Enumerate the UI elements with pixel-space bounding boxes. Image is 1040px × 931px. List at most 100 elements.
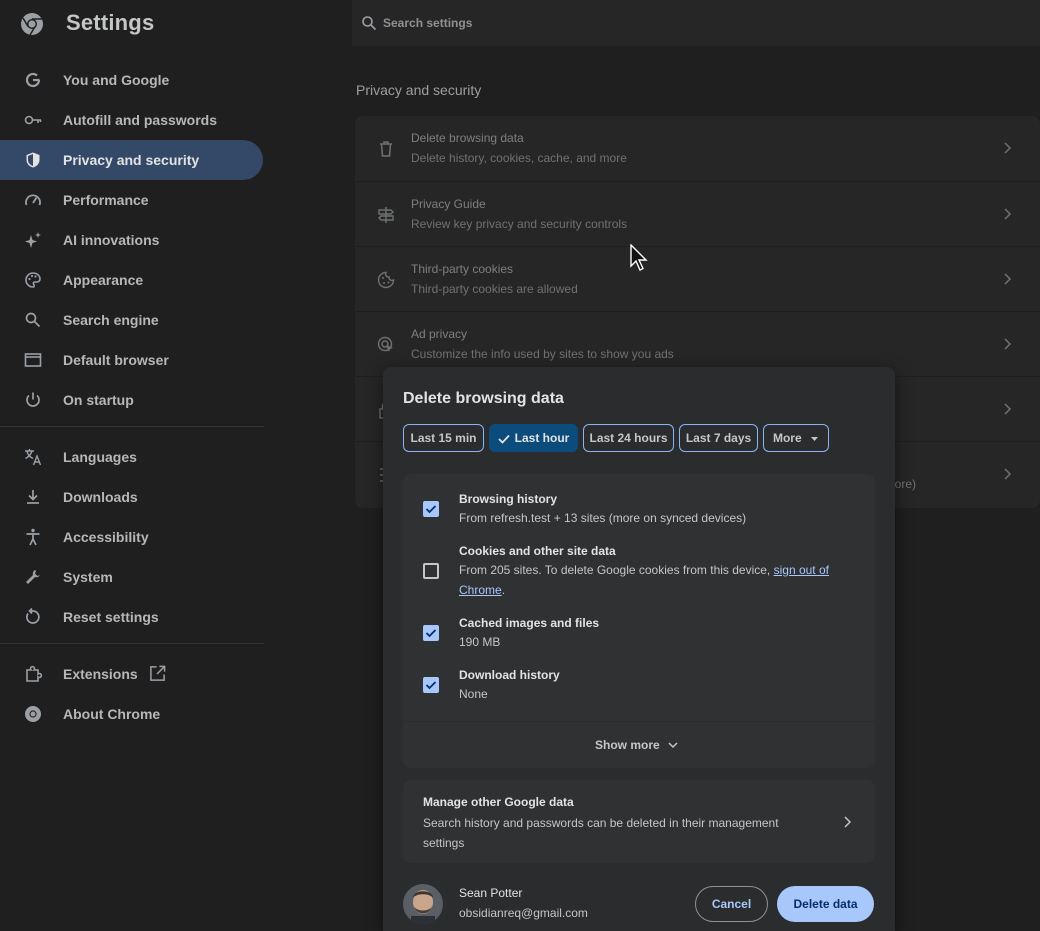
sidebar-item-languages[interactable]: Languages [0, 437, 263, 477]
divider [0, 426, 264, 427]
option-subtitle-text: From 205 sites. To delete Google cookies… [459, 563, 771, 577]
sidebar-item-system[interactable]: System [0, 557, 263, 597]
sidebar-item-label: Downloads [63, 489, 138, 505]
sidebar-item-label: Search engine [63, 312, 159, 328]
show-more-button[interactable]: Show more [403, 722, 875, 768]
checkbox-cookies[interactable] [423, 563, 439, 579]
option-title: Cached images and files [459, 616, 600, 630]
option-subtitle: 190 MB [459, 635, 501, 649]
search-icon [362, 16, 377, 31]
sidebar-item-ai[interactable]: AI innovations [0, 220, 263, 260]
range-chip-last-hour[interactable]: Last hour [489, 424, 578, 452]
range-chip-more[interactable]: More [763, 424, 829, 452]
section-title: Privacy and security [356, 82, 482, 98]
chip-label: Last 24 hours [589, 431, 668, 445]
dialog-title: Delete browsing data [403, 390, 564, 407]
sidebar-item-label: Accessibility [63, 529, 149, 545]
sidebar-item-label: About Chrome [63, 706, 161, 722]
chevron-right-icon [1004, 208, 1012, 220]
range-chip-15min[interactable]: Last 15 min [403, 424, 484, 452]
browser-window-icon [24, 353, 42, 367]
google-g-icon [25, 72, 41, 88]
cancel-button[interactable]: Cancel [695, 886, 768, 922]
chevron-right-icon [1004, 338, 1012, 350]
page-title: Settings [66, 10, 155, 35]
sidebar-item-label: System [63, 569, 113, 585]
chevron-down-icon [668, 742, 678, 749]
chip-label: Last hour [514, 431, 570, 445]
divider [0, 643, 264, 644]
sidebar-item-downloads[interactable]: Downloads [0, 477, 263, 517]
option-subtitle: From refresh.test + 13 sites (more on sy… [459, 511, 747, 525]
sidebar-item-you-and-google[interactable]: You and Google [0, 60, 263, 100]
sidebar-item-label: Appearance [63, 272, 144, 288]
row-title: Ad privacy [411, 327, 468, 341]
sidebar-item-about-chrome[interactable]: About Chrome [0, 694, 263, 734]
chrome-logo-icon [21, 13, 43, 36]
shield-icon [26, 152, 40, 168]
row-subtitle: Review key privacy and security controls [411, 217, 628, 231]
search-input[interactable]: Search settings [352, 0, 1040, 46]
sidebar-item-performance[interactable]: Performance [0, 180, 263, 220]
search-icon [25, 312, 41, 328]
range-chip-7days[interactable]: Last 7 days [679, 424, 758, 452]
account-name: Sean Potter [459, 886, 523, 900]
checkbox-browsing-history[interactable] [423, 501, 439, 517]
palette-icon [25, 272, 41, 288]
sidebar-item-on-startup[interactable]: On startup [0, 380, 263, 420]
sidebar-item-extensions[interactable]: Extensions [0, 654, 263, 694]
option-subtitle: None [459, 687, 488, 701]
row-delete-browsing-data[interactable]: Delete browsing data Delete history, coo… [355, 116, 1040, 181]
sidebar-item-label: Reset settings [63, 609, 159, 625]
option-subtitle-suffix: . [501, 583, 506, 597]
trash-icon [380, 141, 392, 157]
sidebar-item-accessibility[interactable]: Accessibility [0, 517, 263, 557]
delete-browsing-data-dialog: Delete browsing data Last 15 min Last ho… [383, 367, 895, 931]
sidebar-item-reset[interactable]: Reset settings [0, 597, 263, 637]
chevron-right-icon [844, 816, 851, 828]
row-title: Third-party cookies [411, 262, 514, 276]
chip-label: Last 7 days [685, 431, 752, 445]
chevron-right-icon [1004, 468, 1012, 480]
key-icon [24, 115, 42, 125]
sidebar-item-label: Languages [63, 449, 137, 465]
manage-subtitle: Search history and passwords can be dele… [423, 816, 779, 850]
reset-icon [26, 608, 40, 624]
row-subtitle: Third-party cookies are allowed [411, 282, 578, 296]
manage-google-data[interactable]: Manage other Google data Search history … [403, 780, 875, 863]
chip-label: Last 15 min [410, 431, 477, 445]
speedometer-icon [25, 194, 41, 206]
delete-data-button[interactable]: Delete data [777, 886, 874, 922]
row-privacy-guide[interactable]: Privacy Guide Review key privacy and sec… [355, 181, 1040, 247]
sidebar-item-default-browser[interactable]: Default browser [0, 340, 263, 380]
sidebar-item-appearance[interactable]: Appearance [0, 260, 263, 300]
checkmark-icon [498, 434, 510, 444]
sidebar-item-label: On startup [63, 392, 134, 408]
checkmark-icon [425, 681, 437, 690]
checkbox-download-history[interactable] [423, 677, 439, 693]
avatar-image [403, 884, 443, 924]
accessibility-icon [26, 528, 40, 546]
manage-title: Manage other Google data [423, 795, 574, 809]
external-link-icon [150, 665, 166, 681]
sidebar-item-privacy[interactable]: Privacy and security [0, 140, 263, 180]
checkbox-cached-images[interactable] [423, 625, 439, 641]
option-title: Download history [459, 668, 560, 682]
row-third-party-cookies[interactable]: Third-party cookies Third-party cookies … [355, 246, 1040, 312]
range-chip-24h[interactable]: Last 24 hours [583, 424, 674, 452]
checkmark-icon [425, 505, 437, 514]
cookie-icon [377, 271, 395, 289]
power-icon [26, 392, 40, 407]
row-subtitle: Customize the info used by sites to show… [411, 347, 674, 361]
sidebar-item-autofill[interactable]: Autofill and passwords [0, 100, 263, 140]
chrome-icon [25, 706, 41, 722]
sidebar-item-label: Privacy and security [63, 152, 200, 168]
option-title: Browsing history [459, 492, 558, 506]
signpost-icon [378, 207, 394, 223]
ad-target-icon [377, 336, 393, 352]
download-icon [27, 490, 39, 504]
sidebar-item-label: Performance [63, 192, 149, 208]
sparkle-icon [25, 232, 41, 248]
sidebar-item-search-engine[interactable]: Search engine [0, 300, 263, 340]
header: Settings Search settings [0, 0, 1040, 48]
